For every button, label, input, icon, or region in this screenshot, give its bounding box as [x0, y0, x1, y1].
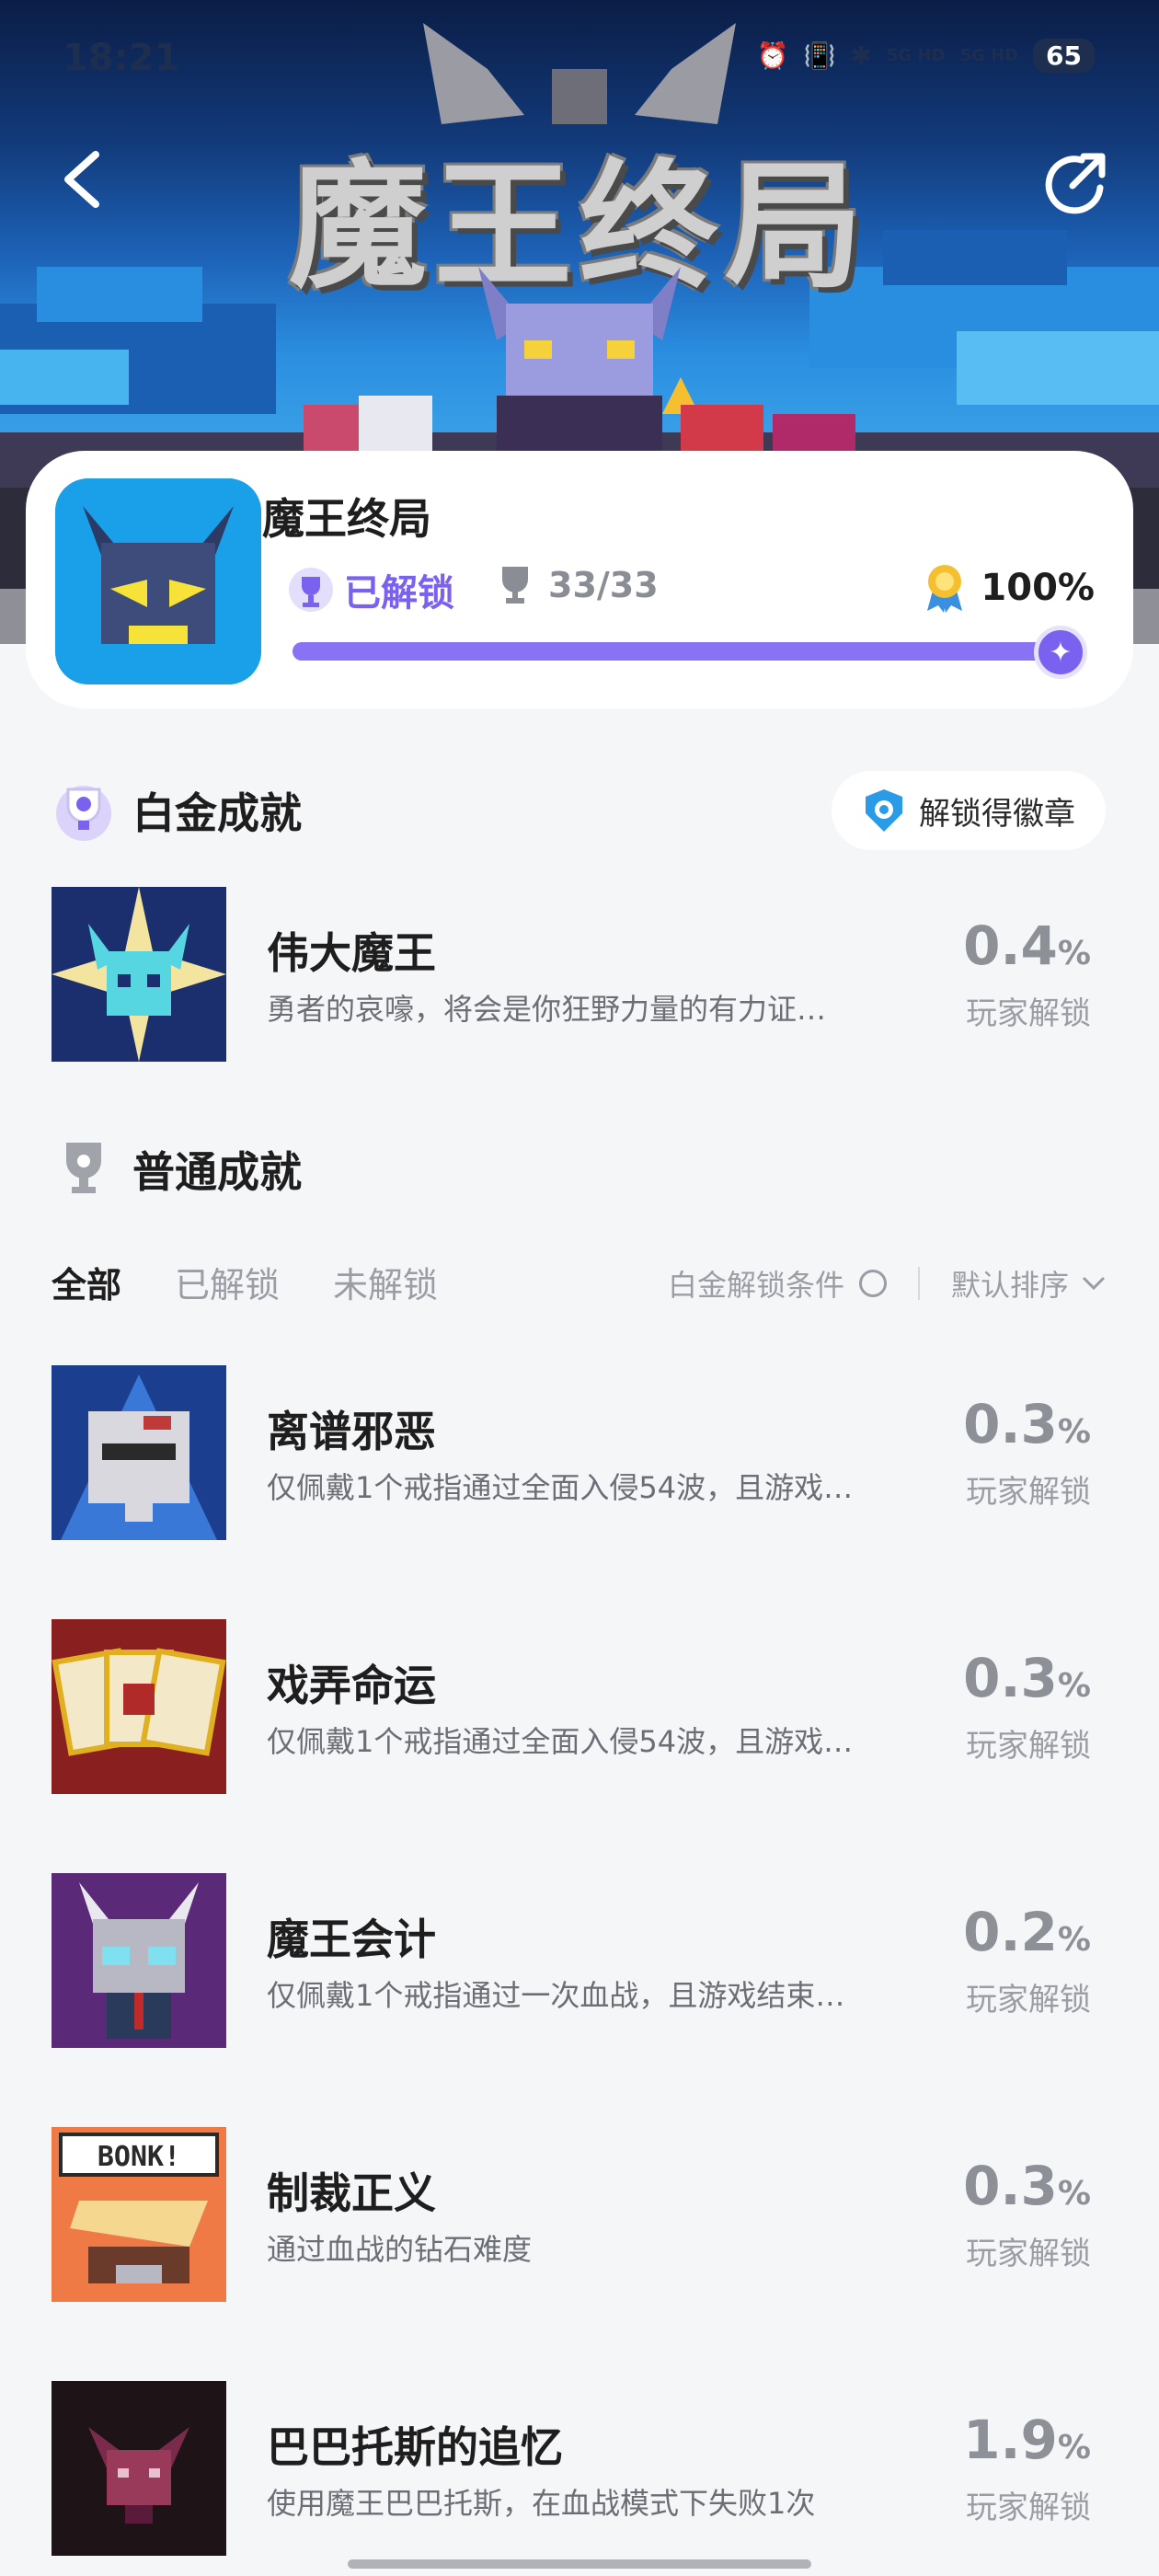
share-icon [1045, 153, 1106, 214]
achievement-item[interactable]: 魔王会计 仅佩戴1个戒指通过一次血战，且游戏结束… 0.2% 玩家解锁 [52, 1873, 1109, 2048]
achievement-rate-label: 玩家解锁 [966, 2236, 1091, 2272]
platinum-section-label: 白金成就 [132, 788, 302, 838]
achievement-rate: 0.3% [963, 2155, 1091, 2217]
achievement-rate-value: 0.3 [963, 2155, 1058, 2217]
vibrate-icon: 📳 [803, 40, 836, 71]
achievement-title: 魔王会计 [267, 1915, 436, 1964]
unlock-status-label: 已解锁 [344, 572, 454, 615]
tab-all[interactable]: 全部 [52, 1257, 121, 1307]
achievement-title: 制裁正义 [267, 2168, 436, 2218]
progress-fill [293, 642, 1085, 661]
status-icons: ⏰ 📳 ✱ 5G HD 5G HD 65 [757, 39, 1095, 73]
achievement-description: 勇者的哀嚎，将会是你狂野力量的有力证… [267, 992, 827, 1027]
achievement-image [52, 1365, 226, 1540]
achievement-rate: 0.2% [963, 1901, 1091, 1963]
achievement-item[interactable]: BONK! 制裁正义 通过血战的钻石难度 0.3% 玩家解锁 [52, 2127, 1109, 2302]
platinum-trophy-icon [56, 786, 111, 841]
achievement-rate-value: 0.3 [963, 1393, 1058, 1455]
achievement-rate-unit: % [1057, 2175, 1091, 2213]
platinum-achievement-item[interactable]: 伟大魔王 勇者的哀嚎，将会是你狂野力量的有力证… 0.4% 玩家解锁 [52, 887, 1109, 1062]
chevron-down-icon [1082, 1276, 1106, 1291]
unlock-badge-label: 解锁得徽章 [919, 795, 1075, 833]
normal-trophy-icon [66, 1143, 101, 1193]
divider [917, 1267, 920, 1300]
achievement-rate-label: 玩家解锁 [966, 1982, 1091, 2018]
shield-badge-icon [866, 789, 902, 832]
achievement-rate-label: 玩家解锁 [966, 2490, 1091, 2526]
alarm-icon: ⏰ [756, 40, 789, 71]
achievement-rate-label: 玩家解锁 [966, 995, 1091, 1032]
achievement-item[interactable]: 离谱邪恶 仅佩戴1个戒指通过全面入侵54波，且游戏… 0.3% 玩家解锁 [52, 1365, 1109, 1540]
achievement-rate: 0.3% [963, 1393, 1091, 1455]
share-button[interactable] [1039, 147, 1111, 219]
achievement-description: 通过血战的钻石难度 [267, 2232, 533, 2267]
achievement-rate-value: 1.9 [963, 2409, 1058, 2471]
sort-dropdown[interactable]: 默认排序 [951, 1262, 1107, 1305]
completion-percent-value: 100% [981, 567, 1095, 609]
signal-icon: 5G HD [886, 45, 946, 65]
achievement-rate-unit: % [1057, 1921, 1091, 1959]
achievement-rate: 0.3% [963, 1647, 1091, 1709]
achievement-rate: 0.4% [963, 914, 1091, 977]
achievement-count: 33/33 [497, 565, 659, 605]
achievement-title: 巴巴托斯的追忆 [267, 2422, 563, 2472]
signal-icon-2: 5G HD [959, 45, 1019, 65]
achievement-image [52, 1619, 226, 1794]
achievement-rate-value: 0.3 [963, 1647, 1058, 1709]
game-title: 魔王终局 [262, 494, 431, 544]
achievement-image [52, 2381, 226, 2556]
achievement-item[interactable]: 戏弄命运 仅佩戴1个戒指通过全面入侵54波，且游戏… 0.3% 玩家解锁 [52, 1619, 1109, 1794]
achievement-item[interactable]: 巴巴托斯的追忆 使用魔王巴巴托斯，在血战模式下失败1次 1.9% 玩家解锁 [52, 2381, 1109, 2556]
status-time: 18:21 [63, 37, 180, 79]
achievement-image [52, 1873, 226, 2048]
back-button[interactable] [55, 147, 110, 212]
achievement-rate-value: 0.4 [963, 914, 1058, 977]
completion-percent: 100% [924, 563, 1095, 613]
achievement-rate-value: 0.2 [963, 1901, 1058, 1963]
normal-section-title: 普通成就 [52, 1137, 302, 1202]
progress-knob-icon: ✦ [1034, 626, 1087, 679]
bonk-text: BONK! [98, 2141, 180, 2173]
achievement-title: 戏弄命运 [267, 1661, 436, 1710]
achievement-image [52, 887, 226, 1062]
achievement-image: BONK! [52, 2127, 226, 2302]
progress-bar [293, 642, 1085, 661]
sort-label: 默认排序 [950, 1268, 1069, 1303]
status-bar: 18:21 ⏰ 📳 ✱ 5G HD 5G HD 65 [0, 0, 1159, 120]
achievement-rate-label: 玩家解锁 [966, 1474, 1091, 1511]
home-indicator[interactable] [348, 2559, 811, 2569]
game-icon [55, 478, 261, 684]
achievement-rate-label: 玩家解锁 [966, 1728, 1091, 1765]
achievement-rate: 1.9% [963, 2409, 1091, 2471]
achievement-description: 仅佩戴1个戒指通过全面入侵54波，且游戏… [267, 1724, 854, 1759]
platinum-condition-toggle[interactable]: 白金解锁条件 [668, 1262, 887, 1305]
normal-section-label: 普通成就 [132, 1147, 302, 1197]
battery-indicator: 65 [1033, 39, 1095, 73]
trophy-cup-icon [289, 568, 333, 612]
bluetooth-icon: ✱ [850, 40, 872, 71]
achievement-description: 仅佩戴1个戒指通过全面入侵54波，且游戏… [267, 1470, 854, 1505]
achievement-rate-unit: % [1057, 1667, 1091, 1705]
filter-tabs: 全部 已解锁 未解锁 [52, 1257, 438, 1307]
tab-unlocked[interactable]: 已解锁 [175, 1257, 280, 1307]
platinum-section-title: 白金成就 [52, 778, 302, 843]
back-arrow-icon [64, 151, 99, 208]
achievement-description: 使用魔王巴巴托斯，在血战模式下失败1次 [267, 2486, 816, 2521]
achievement-rate-unit: % [1057, 2429, 1091, 2467]
radio-circle-icon [858, 1270, 887, 1297]
platinum-condition-label: 白金解锁条件 [667, 1268, 844, 1303]
unlock-status: 已解锁 [287, 563, 454, 616]
achievement-description: 仅佩戴1个戒指通过一次血战，且游戏结束… [267, 1978, 845, 2013]
achievement-title: 离谱邪恶 [267, 1407, 436, 1456]
achievement-rate-unit: % [1057, 935, 1091, 972]
achievement-rate-unit: % [1057, 1413, 1091, 1451]
achievement-count-value: 33/33 [548, 565, 659, 605]
filter-options: 白金解锁条件 默认排序 [668, 1262, 1107, 1305]
medal-icon [927, 565, 963, 613]
trophy-icon [502, 567, 528, 604]
unlock-badge-button[interactable]: 解锁得徽章 [832, 771, 1106, 850]
achievement-title: 伟大魔王 [267, 928, 436, 978]
tab-locked[interactable]: 未解锁 [333, 1257, 438, 1307]
